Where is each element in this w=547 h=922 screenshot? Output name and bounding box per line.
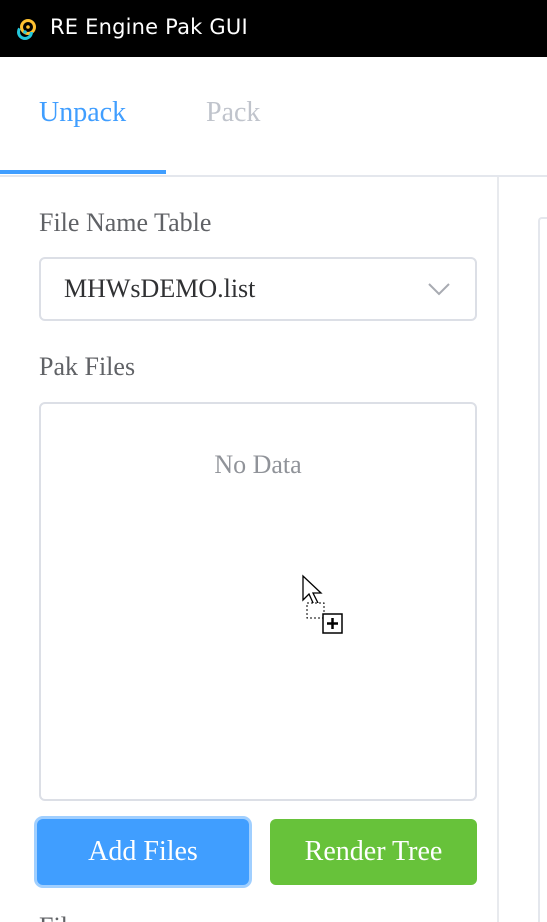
- tab-pack[interactable]: Pack: [206, 97, 260, 129]
- chevron-down-icon[interactable]: [427, 281, 451, 297]
- tab-bar: Unpack Pack: [0, 57, 547, 177]
- right-panel: [538, 217, 547, 922]
- window-title: RE Engine Pak GUI: [50, 15, 248, 39]
- drag-copy-cursor-icon: [302, 574, 343, 634]
- pak-files-empty-text: No Data: [214, 450, 302, 479]
- title-bar: RE Engine Pak GUI: [0, 0, 547, 57]
- file-name-table-label: File Name Table: [39, 208, 212, 237]
- pak-files-label: Pak Files: [39, 352, 136, 381]
- file-name-table-value: MHWsDEMO.list: [64, 274, 256, 303]
- tab-unpack[interactable]: Unpack: [39, 97, 126, 129]
- file-name-table-select[interactable]: MHWsDEMO.list: [39, 257, 477, 321]
- app-logo-icon: [17, 19, 36, 40]
- add-files-button[interactable]: Add Files: [37, 819, 249, 885]
- panel-divider: [497, 177, 499, 922]
- active-tab-indicator: [0, 170, 166, 174]
- pak-files-dropzone[interactable]: No Data: [39, 402, 477, 801]
- next-section-label: Fil: [39, 912, 68, 922]
- unpack-form-panel: File Name Table MHWsDEMO.list Pak Files …: [0, 177, 498, 922]
- render-tree-button[interactable]: Render Tree: [270, 819, 477, 885]
